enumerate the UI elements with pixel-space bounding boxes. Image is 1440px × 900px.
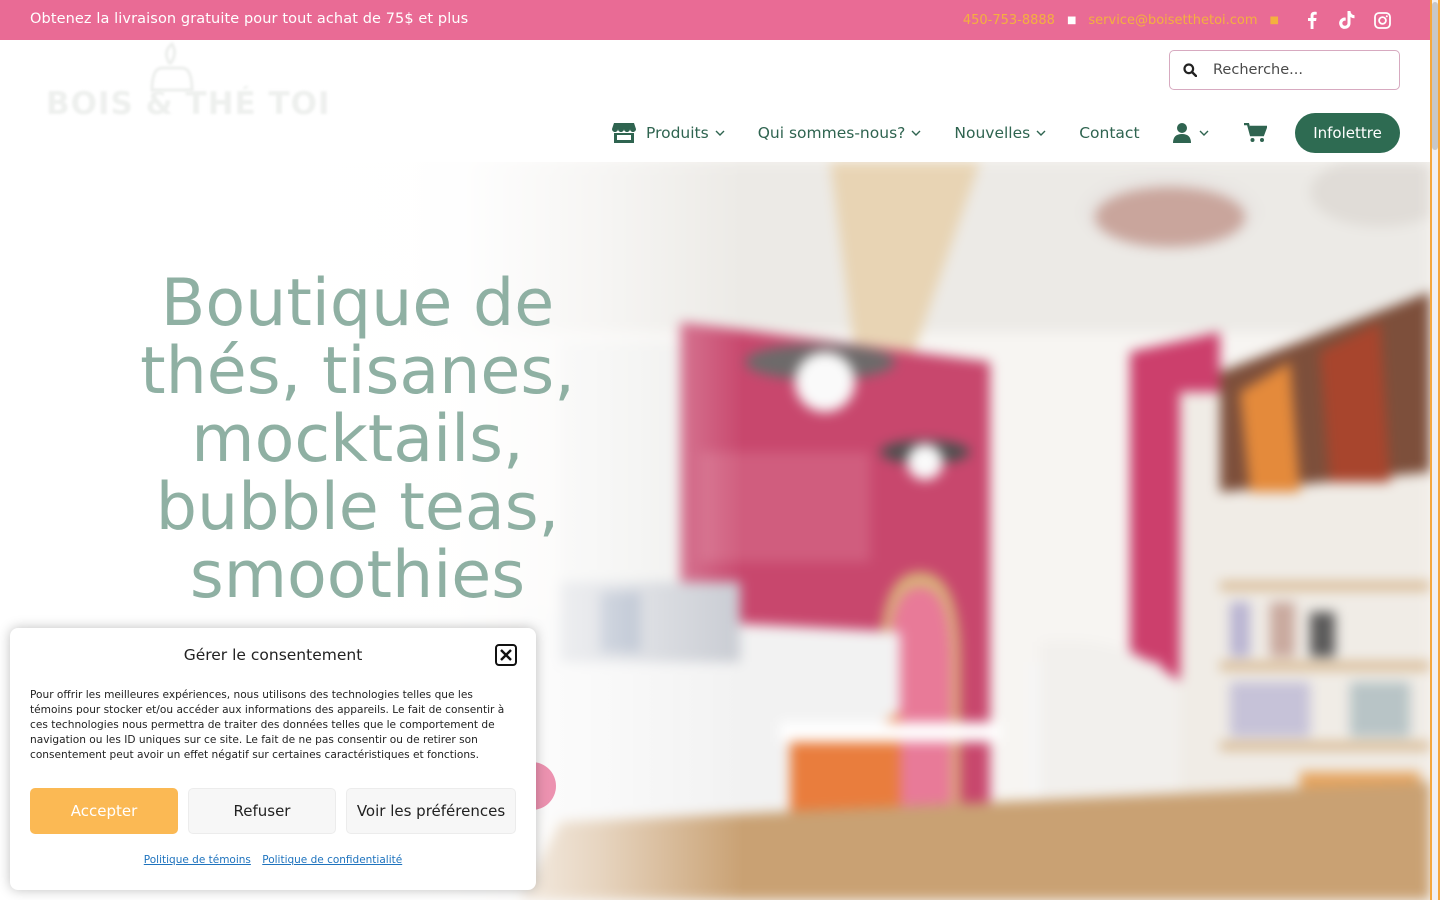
tiktok-icon[interactable] [1337, 10, 1357, 30]
nav-item-contact[interactable]: Contact [1079, 124, 1139, 142]
user-icon [1172, 123, 1191, 143]
newsletter-button[interactable]: Infolettre [1295, 113, 1400, 153]
cookie-consent-dialog: Gérer le consentement Pour offrir les me… [10, 628, 536, 890]
search-box[interactable] [1169, 50, 1400, 90]
account-menu[interactable] [1172, 123, 1209, 143]
instagram-icon[interactable] [1372, 10, 1392, 30]
chevron-down-icon [715, 130, 725, 136]
top-announcement-bar: Obtenez la livraison gratuite pour tout … [0, 0, 1430, 40]
hero-title: Boutique de thés, tisanes, mocktails, bu… [140, 266, 575, 613]
consent-description: Pour offrir les meilleures expériences, … [30, 689, 505, 761]
email-link[interactable]: service@boisetthetoi.com [1088, 13, 1257, 28]
cart-button[interactable] [1243, 123, 1267, 143]
refuse-button[interactable]: Refuser [188, 788, 336, 834]
nav-item-nouvelles[interactable]: Nouvelles [954, 124, 1046, 142]
view-preferences-button[interactable]: Voir les préférences [346, 788, 516, 834]
nav-label-nouvelles: Nouvelles [954, 124, 1031, 142]
facebook-icon[interactable] [1302, 10, 1322, 30]
nav-item-qui-sommes-nous[interactable]: Qui sommes-nous? [758, 124, 922, 142]
main-navigation: Produits Qui sommes-nous? Nouvelles Cont… [612, 113, 1302, 153]
scrollbar-thumb[interactable] [1432, 2, 1438, 150]
cookie-policy-link[interactable]: Politique de témoins [144, 854, 251, 866]
separator-square: ■ [1066, 14, 1077, 26]
chevron-down-icon [1199, 130, 1209, 136]
privacy-policy-link[interactable]: Politique de confidentialité [262, 854, 402, 866]
store-icon [612, 123, 636, 143]
consent-links: Politique de témoins Politique de confid… [10, 854, 536, 866]
free-shipping-promo: Obtenez la livraison gratuite pour tout … [30, 11, 469, 27]
chevron-down-icon [1036, 130, 1046, 136]
cart-icon [1243, 123, 1267, 142]
close-icon [500, 649, 512, 661]
phone-link[interactable]: 450-753-8888 [963, 13, 1055, 28]
chevron-down-icon [911, 130, 921, 136]
page-scrollbar[interactable] [1430, 0, 1440, 900]
site-header: BOIS & THÉ TOI Produits Qui sommes-nous?… [0, 40, 1430, 162]
nav-label-produits: Produits [646, 124, 709, 142]
topbar-contact: 450-753-8888 ■ service@boisetthetoi.com … [963, 0, 1392, 40]
close-button[interactable] [495, 644, 517, 666]
nav-item-produits[interactable]: Produits [612, 123, 725, 143]
separator-square: ■ [1269, 14, 1279, 26]
search-input[interactable] [1211, 61, 1395, 79]
accept-button[interactable]: Accepter [30, 788, 178, 834]
site-logo[interactable]: BOIS & THÉ TOI [46, 86, 331, 122]
nav-label-contact: Contact [1079, 124, 1140, 142]
nav-label-qui-sommes-nous: Qui sommes-nous? [757, 124, 906, 142]
search-icon[interactable] [1183, 63, 1197, 77]
consent-title: Gérer le consentement [183, 646, 363, 664]
